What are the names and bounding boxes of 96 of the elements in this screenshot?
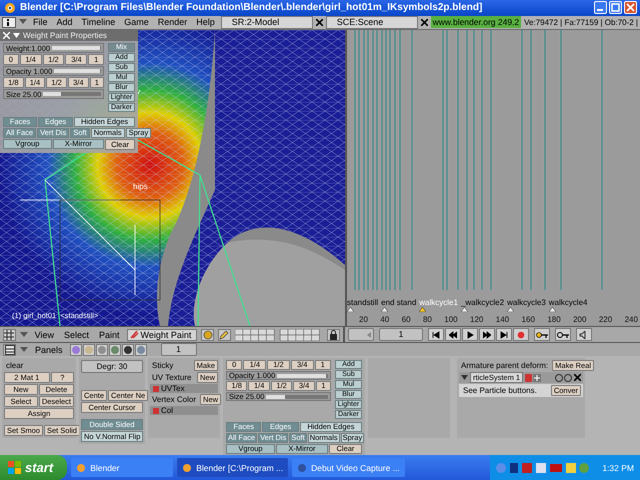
frame-number: 140 [496, 315, 510, 324]
version-label: www.blender.org 249.2 [430, 16, 522, 28]
marker-label[interactable]: walkcycle3 [507, 298, 546, 308]
layer-icon [153, 386, 159, 392]
skip-start-icon [432, 330, 440, 339]
frame-number: 80 [422, 315, 432, 324]
expand-triangle-icon[interactable] [461, 374, 468, 381]
blender-logo-icon [3, 1, 16, 14]
menu-item[interactable]: Render [154, 17, 190, 28]
pencil-icon[interactable] [218, 328, 231, 341]
menu-item[interactable]: Paint [96, 330, 123, 340]
window-title: Blender [C:\Program Files\Blender Foundation\Blender\.blender\girl_hot01m_IKsymbols2p.blend] [20, 2, 482, 14]
marker-label[interactable]: standstill [347, 298, 378, 308]
close-icon[interactable] [626, 3, 635, 12]
skip-end-icon [500, 330, 508, 339]
app-icon [76, 462, 86, 473]
delete-icon[interactable] [420, 18, 428, 26]
mode-selector[interactable]: Weight Paint [126, 328, 198, 341]
layer-icon [153, 408, 159, 414]
delete-icon[interactable] [316, 18, 323, 26]
marker-triangle-icon [347, 307, 354, 312]
field-label: Vertex Color [151, 394, 198, 406]
app-icon [297, 462, 308, 473]
field-label: Armature parent deform: [460, 360, 550, 372]
taskbar-button[interactable]: Blender [71, 458, 174, 478]
field-label: clear [5, 360, 24, 372]
rewind-icon [449, 330, 457, 339]
taskbar-button[interactable]: Debut Video Capture ... [292, 458, 405, 478]
marker-label[interactable]: walkcycle4 [548, 298, 588, 308]
marker-triangle-icon [507, 307, 514, 312]
frame-number: 20 [359, 315, 368, 324]
brush-icon [130, 330, 139, 340]
taskbar-button[interactable]: Blender [C:\Program ... [177, 458, 288, 478]
play-icon [466, 330, 474, 339]
modifier-note: See Particle buttons. [462, 385, 538, 396]
frame-field[interactable]: 1 [160, 343, 197, 356]
degree-field[interactable]: Degr: 30 [81, 360, 143, 374]
field-label: UV Texture [151, 372, 192, 384]
lock-icon[interactable] [327, 328, 340, 341]
frame-number: 60 [402, 315, 411, 324]
panel-title: Weight Paint Properties [23, 31, 107, 40]
app-icon [182, 462, 192, 473]
frame-number: 120 [470, 315, 484, 324]
menu-item[interactable]: Help [193, 17, 218, 28]
menu-item[interactable]: File [30, 17, 51, 28]
key-icon[interactable] [534, 328, 550, 342]
delete-icon[interactable] [574, 374, 581, 382]
scene-selector[interactable]: SCE:Scene [326, 16, 418, 29]
marker-triangle-icon [548, 307, 556, 312]
windows-logo-icon [8, 461, 21, 474]
maximize-icon[interactable] [611, 3, 620, 12]
number-field[interactable] [348, 328, 374, 342]
field-label: Sticky [151, 360, 174, 372]
marker-triangle-icon [419, 307, 426, 312]
bone-label: hips [133, 182, 148, 192]
speaker-icon[interactable] [576, 328, 592, 342]
frame-number: 240 [624, 315, 638, 324]
playback-button[interactable] [428, 328, 444, 342]
frame-number: 220 [598, 315, 612, 324]
marker-label[interactable]: end stand [381, 298, 416, 308]
menu-item[interactable]: Select [61, 330, 92, 340]
playback-button[interactable] [479, 328, 495, 342]
marker-label[interactable]: _walkcycle2 [460, 298, 504, 308]
menu-item[interactable]: Game [121, 17, 152, 28]
marker-triangle-icon [460, 307, 468, 312]
clock: 1:32 PM [602, 462, 634, 473]
arrow-left-icon [367, 332, 371, 338]
window-type-icon[interactable] [3, 344, 16, 356]
frame-number: 160 [522, 315, 535, 324]
grid-icon[interactable] [3, 328, 16, 341]
screen-selector[interactable]: SR:2-Model [220, 16, 313, 29]
frame-number: 200 [573, 315, 586, 324]
frame-number: 40 [380, 315, 390, 324]
key-icon[interactable] [555, 328, 571, 342]
color-layer-row[interactable]: Col [150, 406, 218, 416]
playback-button[interactable] [496, 328, 512, 342]
close-icon[interactable] [3, 32, 10, 40]
menu-item[interactable]: Add [54, 17, 76, 28]
current-frame-field[interactable]: 1 [379, 328, 423, 342]
menu-item[interactable]: View [32, 330, 57, 340]
frame-number: 100 [444, 315, 458, 324]
context-tab-icon[interactable] [122, 344, 134, 356]
start-button[interactable]: start [0, 455, 68, 480]
menu-item[interactable]: Timeline [78, 17, 118, 28]
marker-triangle-icon [381, 307, 388, 312]
playback-button[interactable] [445, 328, 461, 342]
render-toggle-icon[interactable] [525, 374, 542, 382]
frame-number: 180 [547, 315, 561, 324]
scene-stats: Ve:79472 | Fa:77159 | Ob:70-2 | [524, 18, 638, 27]
record-icon [517, 330, 525, 339]
panels-menu[interactable]: Panels [32, 344, 66, 355]
playback-button[interactable] [462, 328, 478, 342]
uv-layer-row[interactable]: UVTex [150, 384, 218, 394]
collapse-triangle-icon[interactable] [20, 346, 28, 353]
info-icon[interactable] [2, 16, 16, 28]
fast-forward-icon [483, 330, 491, 339]
